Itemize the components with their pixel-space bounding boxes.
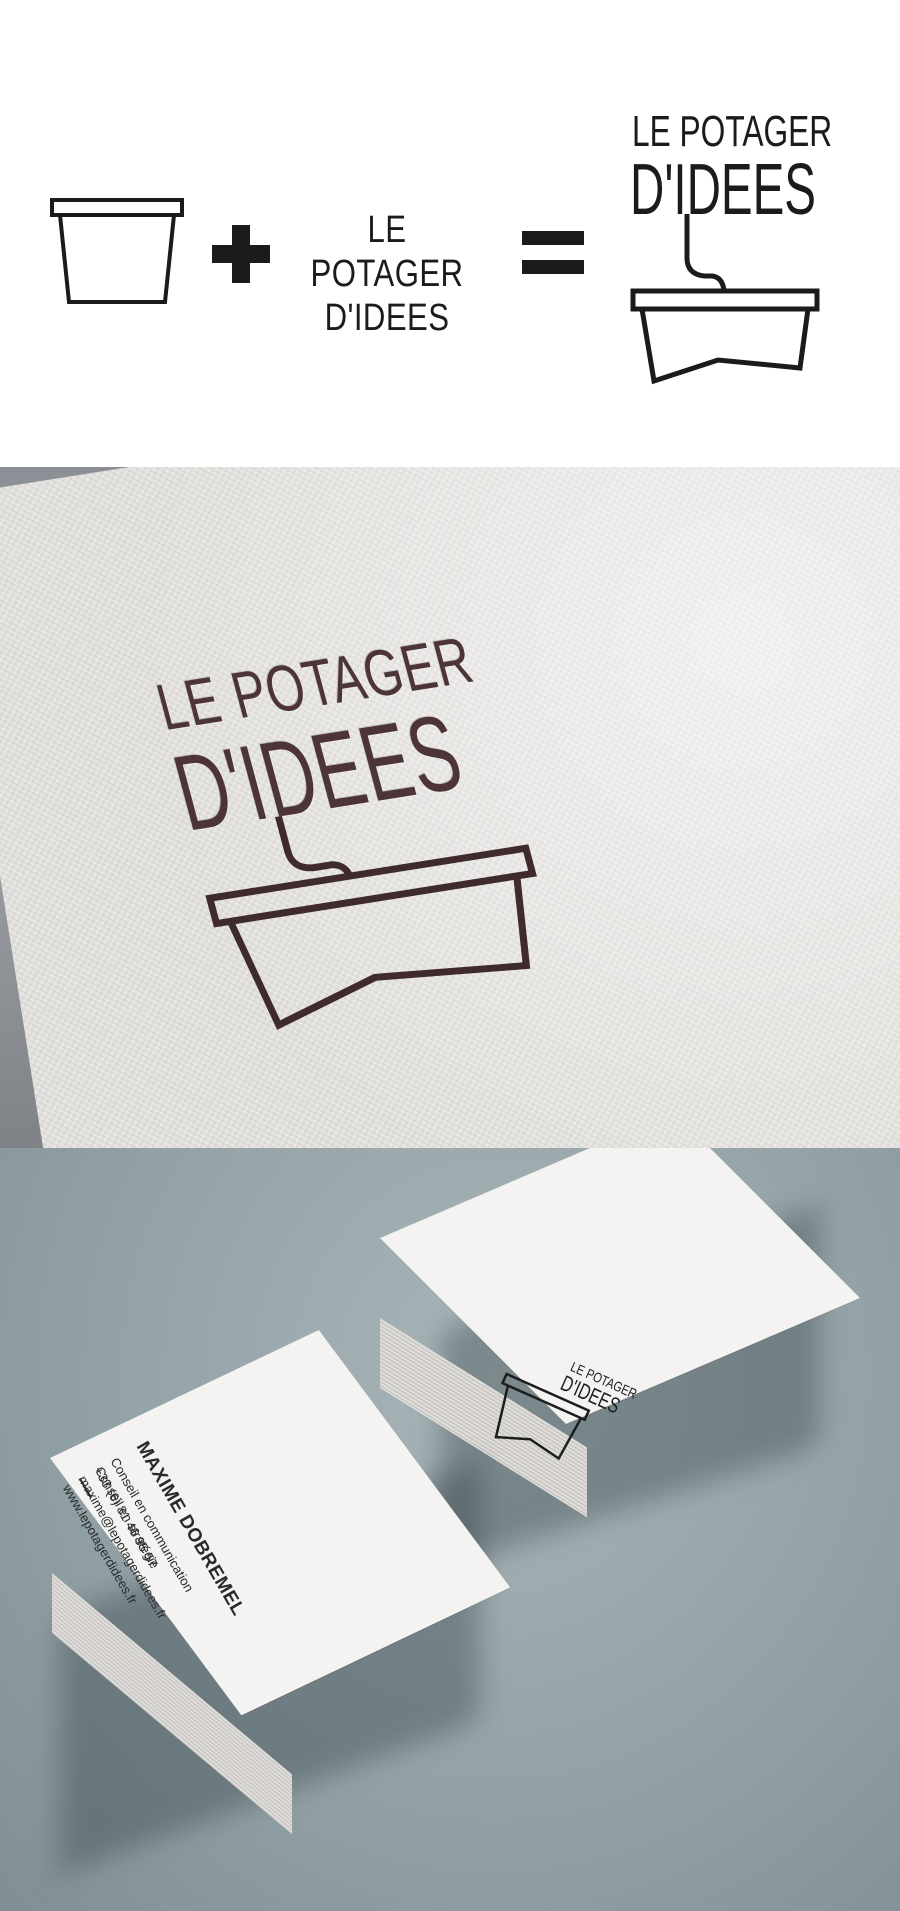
final-logo: LE POTAGER D'IDEES bbox=[626, 110, 832, 390]
equals-icon bbox=[522, 231, 584, 274]
card-stack-info: MAXIME DOBREMEL Conseil en communication… bbox=[40, 1330, 540, 1898]
embossed-logo: LE POTAGER D'IDEES bbox=[129, 552, 752, 1041]
final-logo-line-1: LE POTAGER bbox=[632, 107, 833, 156]
logo-equation: LE POTAGER D'IDEES LE POTAGER D'IDEES bbox=[0, 0, 900, 467]
plus-icon bbox=[212, 225, 270, 283]
logo-line-1: LE POTAGER bbox=[310, 209, 464, 295]
logo-line-2: D'IDEES bbox=[324, 297, 450, 339]
business-cards-mockup: LE POTAGER D'IDEES MAXIME DOBREMEL Conse… bbox=[0, 1148, 900, 1911]
logo-wordmark: LE POTAGER D'IDEES bbox=[301, 208, 473, 340]
embossed-paper-mockup: LE POTAGER D'IDEES bbox=[0, 467, 900, 1148]
sprout-pot-icon bbox=[630, 214, 820, 385]
flower-pot-icon bbox=[50, 198, 184, 304]
